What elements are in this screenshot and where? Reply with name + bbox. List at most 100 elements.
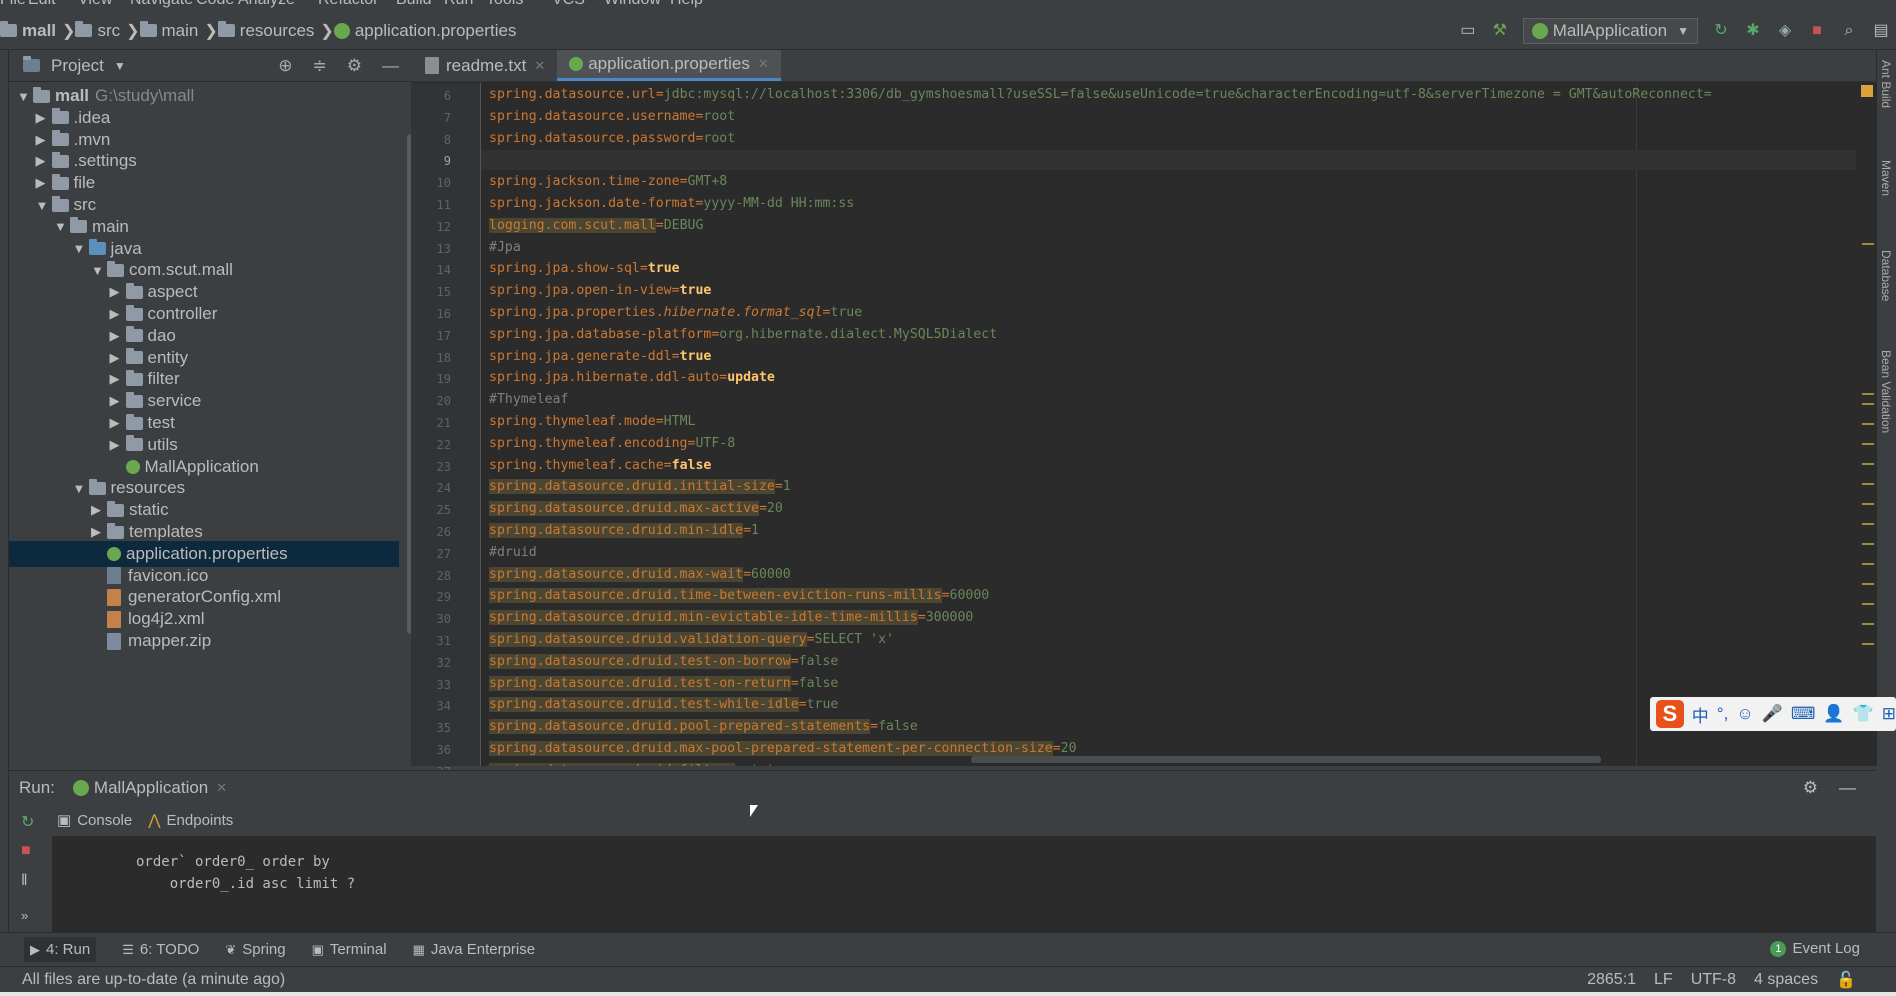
- ime-button[interactable]: 👤: [1823, 704, 1844, 724]
- expand-right-icon[interactable]: ▶: [110, 328, 126, 344]
- structure-icon[interactable]: ▤: [1872, 22, 1890, 40]
- ime-button[interactable]: 👕: [1853, 704, 1874, 724]
- expand-right-icon[interactable]: ▶: [36, 132, 52, 148]
- highlight-marker[interactable]: [1862, 543, 1874, 545]
- close-icon[interactable]: ✕: [534, 58, 545, 74]
- expand-down-icon[interactable]: ▼: [91, 263, 107, 278]
- rerun-icon[interactable]: ↻: [1712, 22, 1730, 40]
- bottom-tab-spring[interactable]: ❦ Spring: [225, 941, 285, 958]
- expand-down-icon[interactable]: ▼: [54, 219, 70, 234]
- project-panel-title[interactable]: Project: [51, 56, 104, 76]
- locate-icon[interactable]: ⊕: [278, 56, 292, 76]
- expand-right-icon[interactable]: ▶: [110, 284, 126, 300]
- breadcrumb-item[interactable]: application.properties: [333, 21, 516, 41]
- expand-down-icon[interactable]: ▼: [36, 198, 52, 213]
- tool-window-database[interactable]: Database: [1879, 250, 1893, 301]
- highlight-marker[interactable]: [1862, 583, 1874, 585]
- highlight-marker[interactable]: [1862, 523, 1874, 525]
- error-stripe[interactable]: [1858, 83, 1876, 766]
- caret-position[interactable]: 2865:1: [1587, 971, 1636, 989]
- horizontal-scrollbar[interactable]: [971, 756, 1601, 763]
- bottom-tab-todo[interactable]: ☰ 6: TODO: [122, 941, 199, 958]
- menu-code[interactable]: Code: [196, 0, 234, 9]
- expand-right-icon[interactable]: ▶: [110, 437, 126, 453]
- expand-right-icon[interactable]: ▶: [110, 393, 126, 409]
- coverage-icon[interactable]: ◈: [1776, 22, 1794, 40]
- line-separator[interactable]: LF: [1654, 971, 1673, 989]
- chevron-down-icon[interactable]: ▼: [114, 59, 126, 73]
- tool-window-maven[interactable]: Maven: [1879, 160, 1893, 196]
- ime-button[interactable]: ⊞: [1882, 704, 1896, 724]
- layout-icon[interactable]: ▭: [1459, 22, 1477, 40]
- build-hammer-icon[interactable]: ⚒: [1491, 22, 1509, 40]
- file-encoding[interactable]: UTF-8: [1691, 971, 1736, 989]
- breadcrumb-item[interactable]: main: [139, 21, 198, 41]
- stop-icon[interactable]: ■: [1808, 22, 1826, 40]
- collapse-all-icon[interactable]: ≑: [313, 56, 327, 76]
- breadcrumb-item[interactable]: mall: [0, 21, 56, 41]
- ime-button[interactable]: ☺: [1736, 704, 1753, 724]
- close-icon[interactable]: ✕: [216, 780, 227, 796]
- ime-toolbar[interactable]: S 中 °, ☺ 🎤 ⌨ 👤 👕 ⊞: [1650, 697, 1896, 731]
- run-config-select[interactable]: MallApplication ▼: [1522, 18, 1698, 44]
- menu-analyze[interactable]: Analyze: [238, 0, 295, 9]
- bottom-tab-run[interactable]: ▶ 4: Run: [24, 937, 97, 962]
- ime-button[interactable]: °,: [1717, 704, 1729, 724]
- highlight-marker[interactable]: [1862, 503, 1874, 505]
- console-output[interactable]: order` order0_ order by order0_.id asc l…: [52, 836, 1876, 932]
- highlight-marker[interactable]: [1862, 443, 1874, 445]
- highlight-marker[interactable]: [1862, 403, 1874, 405]
- tool-window-bean-validation[interactable]: Bean Validation: [1879, 350, 1893, 433]
- expand-right-icon[interactable]: ▶: [36, 175, 52, 191]
- expand-right-icon[interactable]: ▶: [91, 524, 107, 540]
- breadcrumb-item[interactable]: resources: [217, 21, 314, 41]
- menu-refactor[interactable]: Refactor: [318, 0, 378, 9]
- menu-help[interactable]: Help: [670, 0, 703, 9]
- tab-endpoints[interactable]: ⋀ Endpoints: [148, 811, 233, 830]
- highlight-marker[interactable]: [1862, 623, 1874, 625]
- run-tab-mallapplication[interactable]: MallApplication: [94, 778, 208, 798]
- editor-tab[interactable]: application.properties ✕: [557, 50, 781, 81]
- menu-run[interactable]: Run: [444, 0, 473, 9]
- menu-window[interactable]: Window: [604, 0, 661, 9]
- rerun-icon[interactable]: ↻: [21, 812, 34, 832]
- menu-tools[interactable]: Tools: [486, 0, 523, 9]
- menu-navigate[interactable]: Navigate: [130, 0, 193, 9]
- highlight-marker[interactable]: [1862, 243, 1874, 245]
- highlight-marker[interactable]: [1862, 483, 1874, 485]
- menu-vcs[interactable]: VCS: [552, 0, 585, 9]
- menu-view[interactable]: View: [78, 0, 112, 9]
- lock-icon[interactable]: 🔓: [1836, 970, 1856, 990]
- ime-button[interactable]: 中: [1692, 702, 1709, 727]
- expand-down-icon[interactable]: ▼: [73, 241, 89, 256]
- code-area[interactable]: spring.datasource.url=jdbc:mysql://local…: [481, 83, 1856, 766]
- close-icon[interactable]: ✕: [758, 56, 769, 72]
- editor-tab[interactable]: readme.txt ✕: [413, 50, 557, 81]
- breadcrumb-item[interactable]: src: [75, 21, 120, 41]
- ime-button[interactable]: ⌨: [1791, 704, 1816, 724]
- expand-right-icon[interactable]: ▶: [110, 350, 126, 366]
- highlight-marker[interactable]: [1862, 393, 1874, 395]
- indent-setting[interactable]: 4 spaces: [1754, 971, 1818, 989]
- expand-right-icon[interactable]: ▶: [110, 306, 126, 322]
- gear-icon[interactable]: ⚙: [1803, 778, 1818, 798]
- tool-window-ant-build[interactable]: Ant Build: [1879, 60, 1893, 108]
- minimize-icon[interactable]: —: [382, 56, 399, 76]
- ime-button[interactable]: 🎤: [1762, 704, 1783, 724]
- highlight-marker[interactable]: [1862, 563, 1874, 565]
- expand-right-icon[interactable]: ▶: [110, 415, 126, 431]
- menu-edit[interactable]: Edit: [28, 0, 56, 9]
- event-log-button[interactable]: 1 Event Log: [1770, 940, 1860, 957]
- search-icon[interactable]: ⌕: [1840, 22, 1858, 40]
- expand-down-icon[interactable]: ▼: [73, 481, 89, 496]
- tree-item[interactable]: mapper.zip: [9, 628, 399, 654]
- gear-icon[interactable]: ⚙: [347, 56, 362, 76]
- tab-console[interactable]: ▣ Console: [57, 811, 132, 830]
- expand-right-icon[interactable]: ▶: [36, 153, 52, 169]
- bottom-tab-terminal[interactable]: ▣ Terminal: [312, 941, 387, 958]
- expand-right-icon[interactable]: ▶: [91, 502, 107, 518]
- minimize-icon[interactable]: —: [1839, 778, 1856, 798]
- expand-right-icon[interactable]: ▶: [110, 371, 126, 387]
- highlight-marker[interactable]: [1862, 603, 1874, 605]
- highlight-marker[interactable]: [1862, 423, 1874, 425]
